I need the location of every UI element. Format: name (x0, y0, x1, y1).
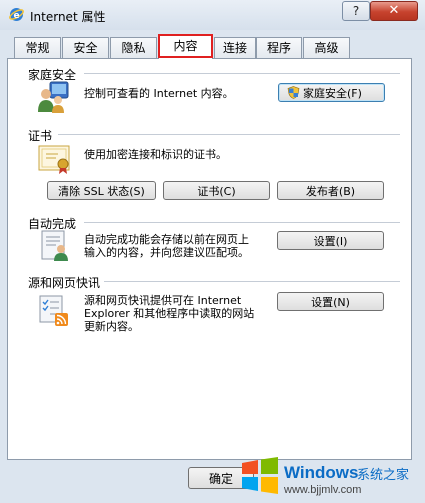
tab-highlight (158, 34, 213, 58)
tab-programs[interactable]: 程序 (256, 37, 302, 58)
family-safety-button-label: 家庭安全(F) (303, 87, 362, 100)
separator (104, 281, 400, 282)
separator (84, 222, 400, 223)
tab-privacy[interactable]: 隐私 (110, 37, 157, 58)
certificate-icon (38, 145, 70, 174)
publishers-button[interactable]: 发布者(B) (277, 181, 384, 200)
certificates-button[interactable]: 证书(C) (163, 181, 270, 200)
windows-logo-icon (242, 457, 278, 494)
certificates-description: 使用加密连接和标识的证书。 (84, 148, 227, 161)
autocomplete-icon (41, 230, 68, 261)
tab-advanced[interactable]: 高级 (303, 37, 350, 58)
feeds-icon (39, 295, 68, 326)
feeds-description-line2: Explorer 和其他程序中读取的网站 (84, 307, 255, 320)
separator (58, 134, 400, 135)
autocomplete-description-line2: 输入的内容，并向您建议匹配项。 (84, 246, 249, 259)
feeds-description-line3: 更新内容。 (84, 320, 139, 333)
clear-ssl-state-button[interactable]: 清除 SSL 状态(S) (47, 181, 156, 200)
window-title: Internet 属性 (30, 10, 106, 24)
shield-icon (287, 86, 300, 99)
family-safety-icon (38, 81, 69, 113)
autocomplete-description-line1: 自动完成功能会存储以前在网页上 (84, 233, 249, 246)
watermark-suffix: 系统之家 (357, 468, 410, 483)
internet-explorer-icon: e (9, 8, 24, 21)
watermark-url: www.bjjmlv.com (284, 484, 362, 496)
certificates-title: 证书 (28, 129, 53, 143)
family-safety-description: 控制可查看的 Internet 内容。 (84, 87, 234, 100)
feeds-title: 源和网页快讯 (28, 276, 101, 290)
help-button[interactable]: ? (342, 1, 370, 21)
watermark-brand: Windows (284, 463, 359, 482)
family-safety-button[interactable]: 家庭安全(F) (278, 83, 385, 102)
feeds-settings-button[interactable]: 设置(N) (277, 292, 384, 311)
tab-general[interactable]: 常规 (14, 37, 61, 58)
feeds-description-line1: 源和网页快讯提供可在 Internet (84, 294, 242, 307)
separator (84, 73, 400, 74)
tab-security[interactable]: 安全 (62, 37, 109, 58)
close-button[interactable]: ✕ (370, 1, 418, 21)
tab-connections[interactable]: 连接 (214, 37, 256, 58)
autocomplete-settings-button[interactable]: 设置(I) (277, 231, 384, 250)
svg-text:e: e (13, 11, 19, 21)
